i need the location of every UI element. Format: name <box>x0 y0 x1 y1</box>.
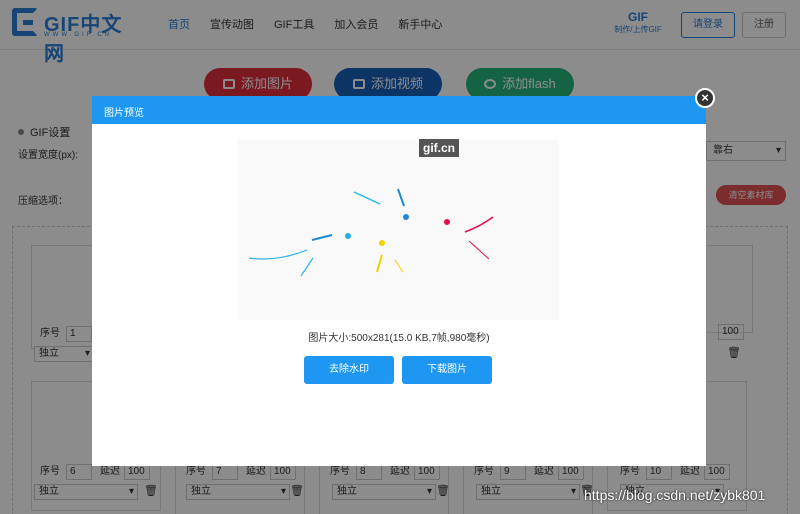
image-size-info: 图片大小:500x281(15.0 KB,7帧,980毫秒) <box>308 333 490 344</box>
overlay-url-text: https://blog.csdn.net/zybk801 <box>584 487 766 503</box>
remove-watermark-button[interactable]: 去除水印 <box>304 356 394 384</box>
close-icon[interactable]: × <box>695 88 715 108</box>
modal-header: 图片预览 <box>92 96 706 124</box>
modal-title: 图片预览 <box>104 108 144 119</box>
download-image-button[interactable]: 下载图片 <box>402 356 492 384</box>
gif-preview-image <box>237 140 559 320</box>
image-preview-modal: 图片预览 图片大小:500x281(15.0 KB,7帧,980毫秒) 去除水印… <box>92 96 706 466</box>
watermark-badge: gif.cn <box>419 139 459 157</box>
firework-graphic <box>248 188 494 277</box>
